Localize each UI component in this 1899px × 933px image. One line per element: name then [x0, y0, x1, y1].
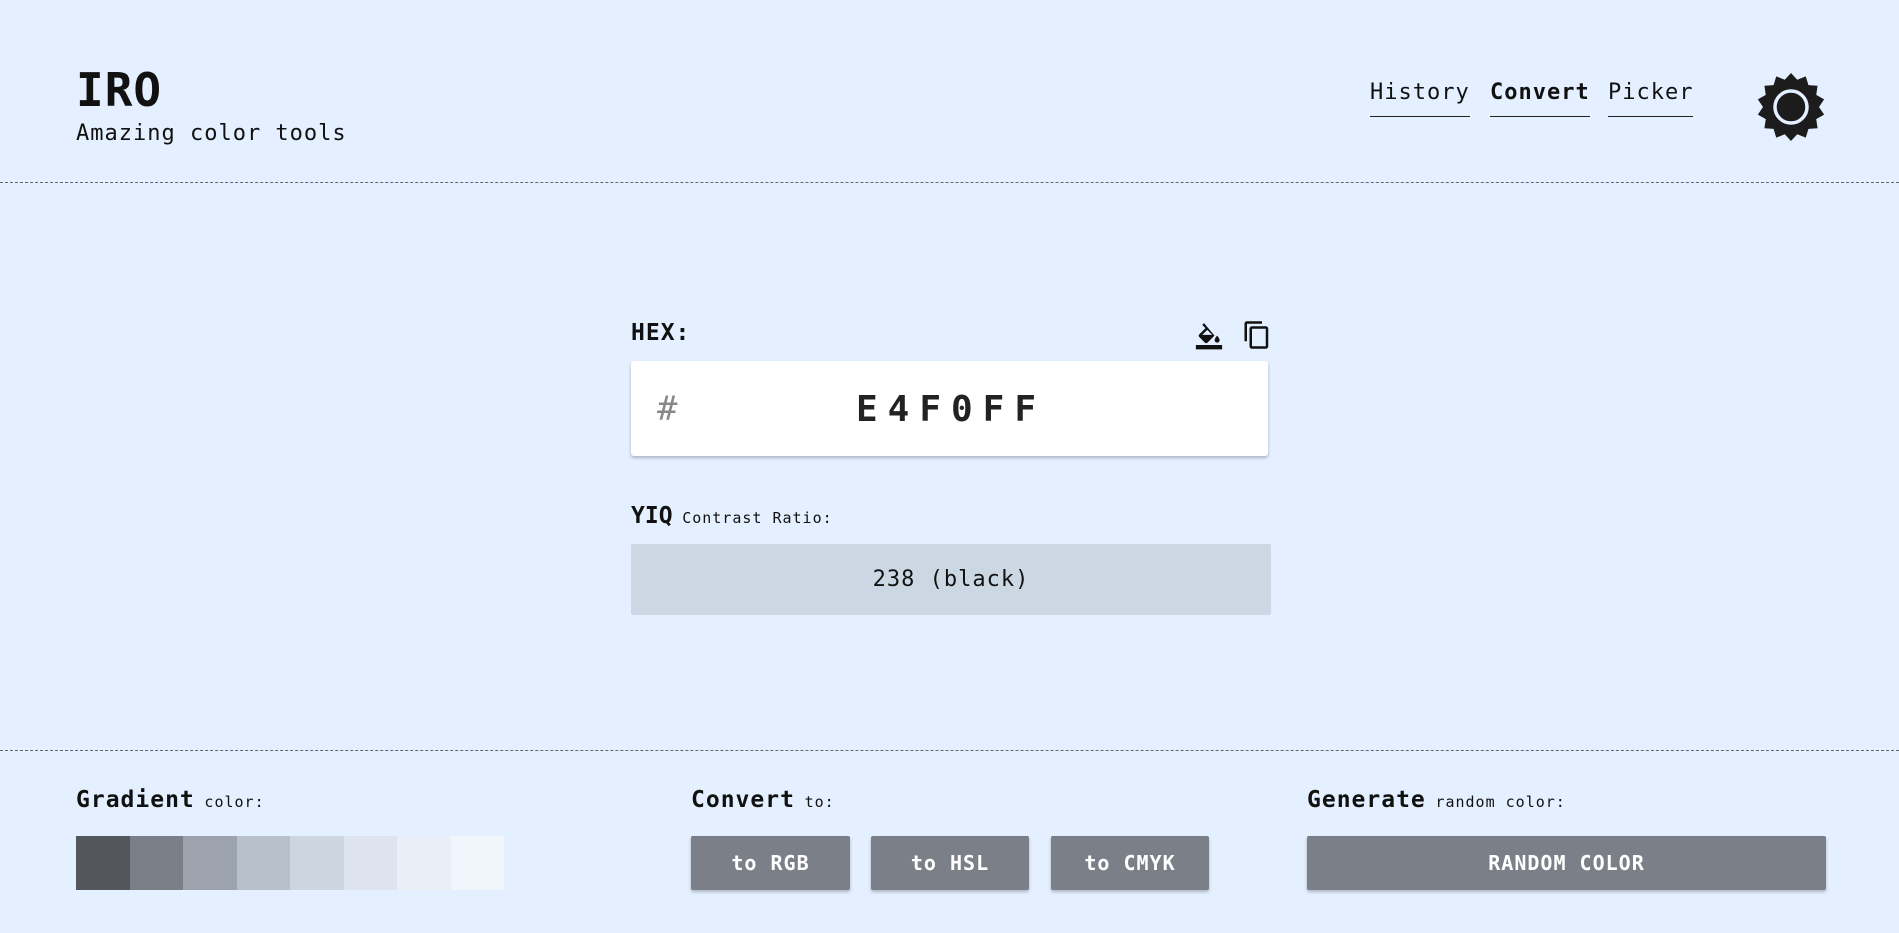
- copy-icon[interactable]: [1242, 320, 1272, 350]
- gradient-swatch[interactable]: [397, 836, 451, 890]
- to-rgb-button[interactable]: to RGB: [691, 836, 850, 890]
- nav-picker[interactable]: Picker: [1608, 78, 1694, 117]
- header-divider: [0, 182, 1899, 183]
- gradient-swatch[interactable]: [183, 836, 237, 890]
- gradient-swatches: [76, 836, 504, 890]
- hex-label: HEX:: [631, 320, 691, 346]
- nav-convert[interactable]: Convert: [1490, 78, 1590, 117]
- gradient-swatch[interactable]: [450, 836, 504, 890]
- gradient-swatch[interactable]: [236, 836, 290, 890]
- yiq-value-box: 238 (black): [631, 544, 1271, 615]
- hex-input[interactable]: [721, 379, 1181, 439]
- nav-history[interactable]: History: [1370, 78, 1470, 117]
- to-hsl-button[interactable]: to HSL: [871, 836, 1029, 890]
- gradient-title: Gradient: [76, 787, 195, 813]
- hex-input-box: #: [631, 361, 1268, 456]
- gradient-swatch[interactable]: [290, 836, 344, 890]
- convert-title: Convert: [691, 787, 795, 813]
- app-title: IRO: [76, 63, 163, 117]
- app-subtitle: Amazing color tools: [76, 121, 347, 146]
- fill-color-icon[interactable]: [1194, 320, 1224, 350]
- random-color-button[interactable]: RANDOM COLOR: [1307, 836, 1826, 890]
- generate-title: Generate: [1307, 787, 1426, 813]
- convert-note: to:: [804, 793, 835, 811]
- yiq-label: YIQ Contrast Ratio:: [631, 503, 833, 529]
- generate-heading: Generate random color:: [1307, 787, 1566, 813]
- yiq-value: 238 (black): [872, 567, 1030, 592]
- gradient-swatch[interactable]: [129, 836, 183, 890]
- footer-divider: [0, 750, 1899, 751]
- gradient-swatch[interactable]: [76, 836, 130, 890]
- yiq-note: Contrast Ratio:: [682, 509, 833, 527]
- hash-prefix: #: [657, 389, 678, 429]
- gradient-swatch[interactable]: [343, 836, 397, 890]
- yiq-title: YIQ: [631, 503, 673, 529]
- sun-icon[interactable]: [1756, 72, 1826, 142]
- header: IRO Amazing color tools History Convert …: [0, 0, 1899, 183]
- convert-heading: Convert to:: [691, 787, 835, 813]
- gradient-heading: Gradient color:: [76, 787, 265, 813]
- to-cmyk-button[interactable]: to CMYK: [1051, 836, 1209, 890]
- generate-note: random color:: [1435, 793, 1566, 811]
- gradient-note: color:: [204, 793, 265, 811]
